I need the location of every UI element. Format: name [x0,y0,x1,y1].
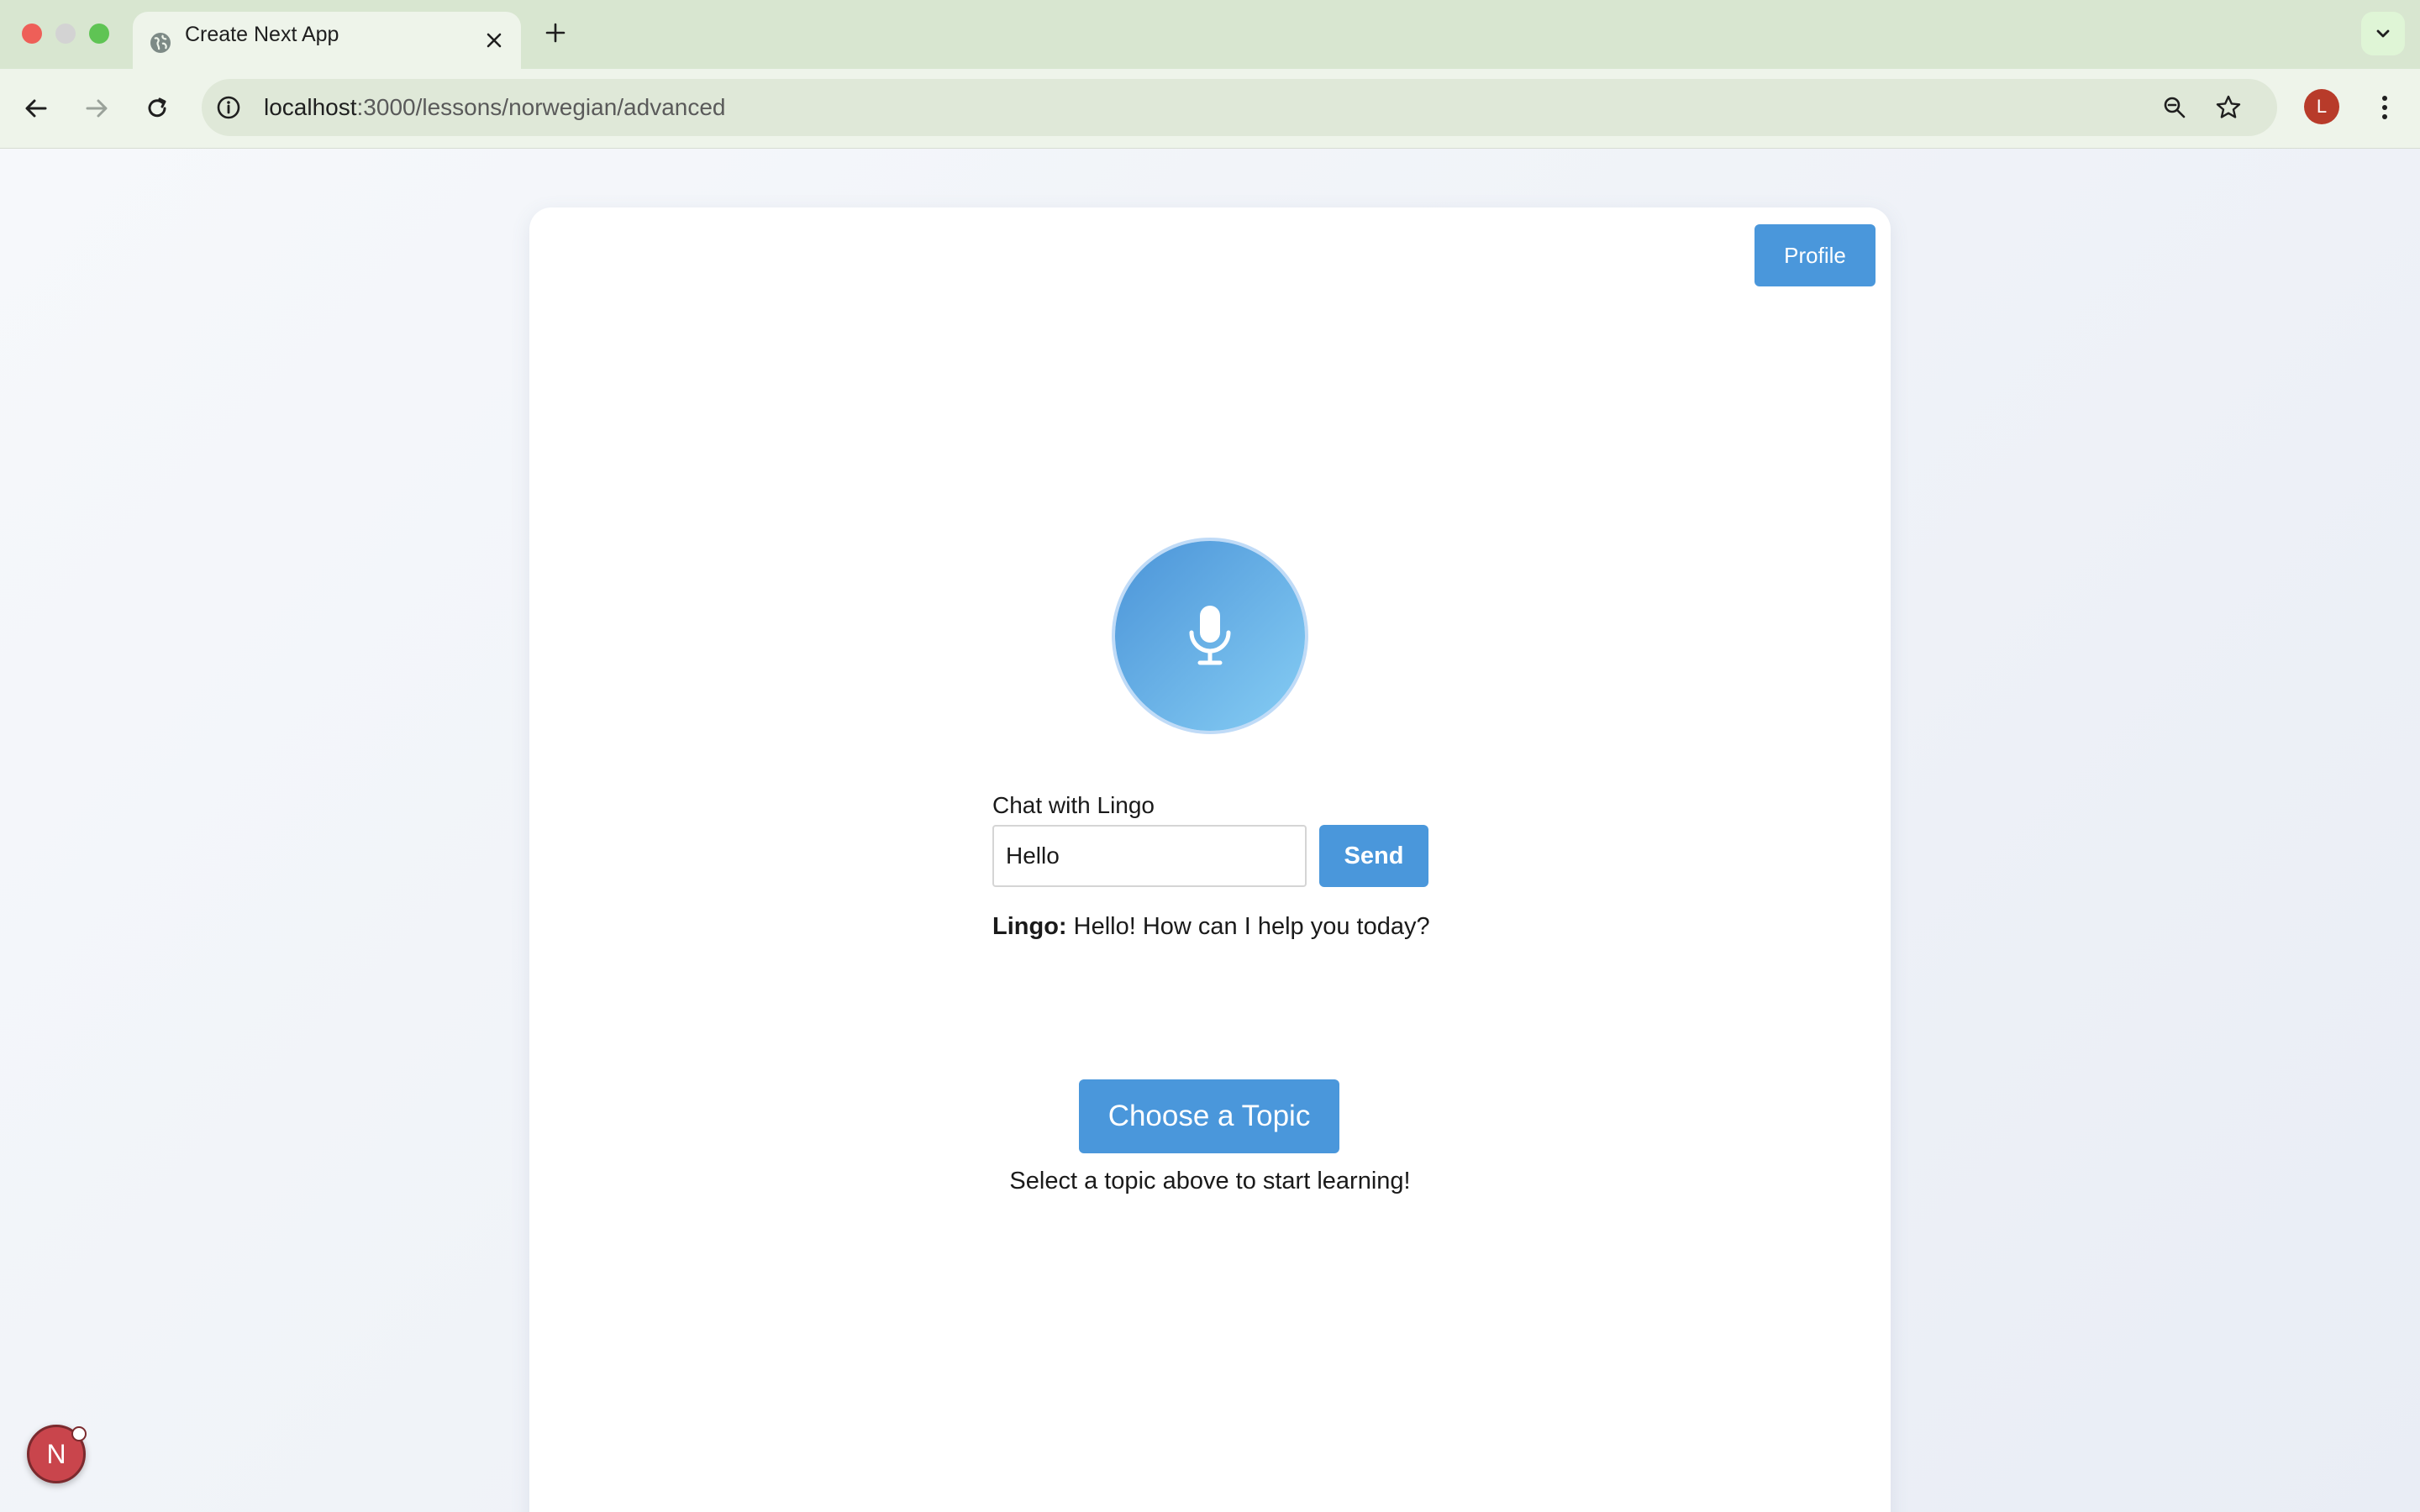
browser-tab[interactable]: Create Next App [133,12,521,69]
back-arrow-icon[interactable] [20,92,52,124]
chevron-down-icon [2376,29,2390,38]
page-viewport: Profile Chat with Lingo Send Lingo: Hell… [0,149,2420,1512]
chat-reply: Lingo: Hello! How can I help you today? [992,913,1430,941]
choose-topic-button[interactable]: Choose a Topic [1079,1079,1339,1153]
zoom-icon[interactable] [2160,92,2190,123]
dev-badge-indicator [71,1426,87,1441]
url-text[interactable]: localhost:3000/lessons/norwegian/advance… [264,79,726,136]
address-bar[interactable]: localhost:3000/lessons/norwegian/advance… [202,79,2277,136]
browser-profile-avatar[interactable]: L [2304,89,2339,124]
lesson-card: Profile Chat with Lingo Send Lingo: Hell… [529,207,1891,1512]
window-minimize-button[interactable] [55,24,76,44]
microphone-icon [1189,606,1231,665]
topic-hint: Select a topic above to start learning! [1009,1168,1411,1194]
window-maximize-button[interactable] [89,24,109,44]
dev-badge-label: N [46,1439,66,1469]
new-tab-icon[interactable] [543,20,568,45]
send-button[interactable]: Send [1319,825,1428,887]
profile-button[interactable]: Profile [1754,224,1876,286]
tab-title: Create Next App [185,23,339,46]
reply-text: Hello! How can I help you today? [1066,913,1430,940]
chat-input[interactable] [992,825,1307,887]
browser-toolbar: localhost:3000/lessons/norwegian/advance… [0,69,2420,149]
star-icon[interactable] [2213,92,2244,123]
reload-icon[interactable] [141,92,173,124]
browser-tab-bar: Create Next App [0,0,2420,69]
forward-arrow-icon[interactable] [81,92,113,124]
more-options-icon[interactable] [2370,91,2400,124]
nextjs-dev-badge[interactable]: N [27,1425,87,1483]
close-icon[interactable] [482,29,506,52]
microphone-button[interactable] [1115,541,1305,731]
globe-icon [150,33,171,53]
tab-search-button[interactable] [2361,12,2405,55]
url-path: :3000/lessons/norwegian/advanced [356,94,726,120]
site-info-icon[interactable] [215,94,242,121]
reply-speaker: Lingo: [992,913,1067,940]
url-host: localhost [264,94,357,120]
window-close-button[interactable] [22,24,42,44]
chat-label: Chat with Lingo [992,792,1155,818]
